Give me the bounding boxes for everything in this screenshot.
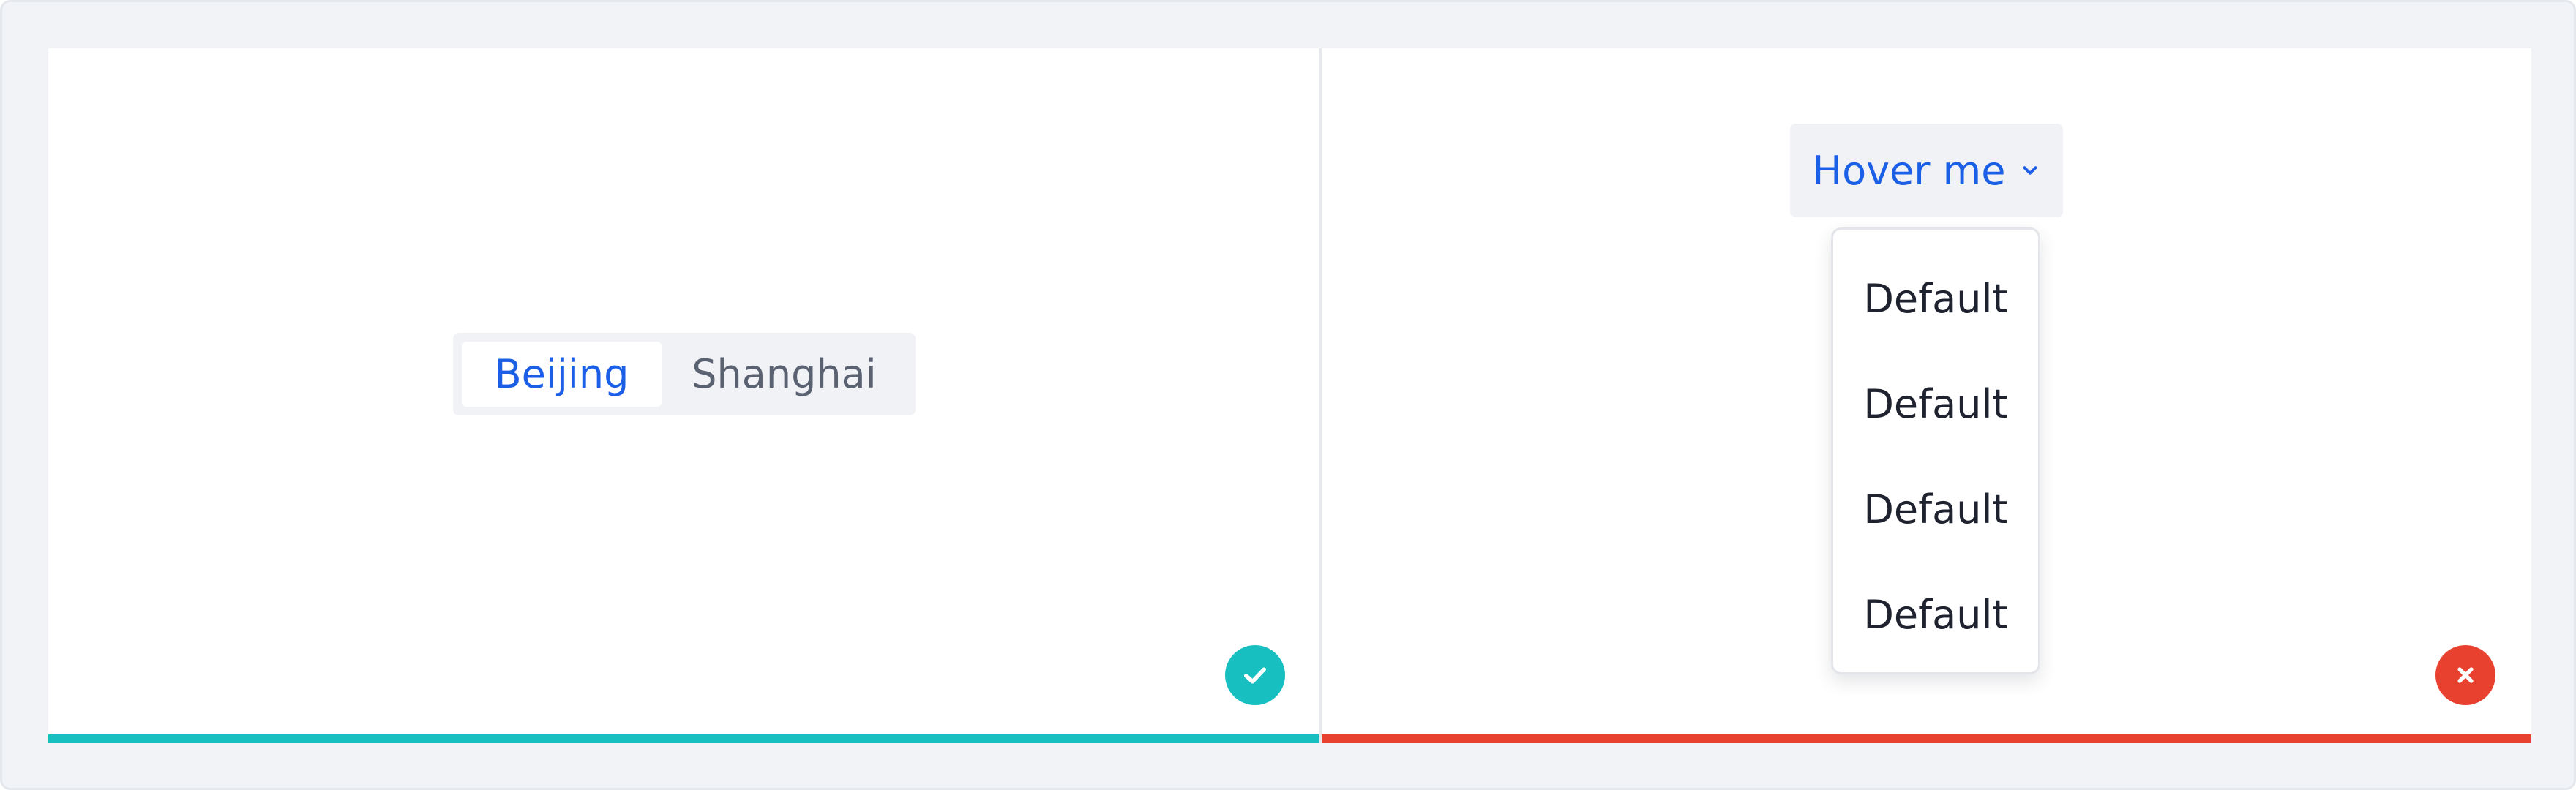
tab-shanghai[interactable]: Shanghai	[662, 342, 907, 407]
dropdown-menu: Default Default Default Default	[1831, 227, 2040, 674]
dropdown-item[interactable]: Default	[1833, 562, 2038, 667]
comparison-frame: Beijing Shanghai Hover me Default Defaul…	[0, 0, 2576, 790]
dropdown-item[interactable]: Default	[1833, 456, 2038, 562]
check-icon	[1225, 645, 1285, 705]
dropdown-trigger-label: Hover me	[1812, 147, 2006, 194]
correct-indicator-bar	[48, 734, 1319, 743]
tab-beijing[interactable]: Beijing	[462, 342, 662, 407]
close-icon	[2435, 645, 2496, 705]
dropdown-item[interactable]: Default	[1833, 351, 2038, 456]
incorrect-example-panel: Hover me Default Default Default Default	[1322, 48, 2531, 743]
dropdown-trigger[interactable]: Hover me	[1790, 124, 2063, 217]
chevron-down-icon	[2019, 159, 2041, 181]
correct-example-panel: Beijing Shanghai	[48, 48, 1319, 743]
city-tabs: Beijing Shanghai	[453, 333, 916, 415]
incorrect-indicator-bar	[1322, 734, 2531, 743]
dropdown-item[interactable]: Default	[1833, 246, 2038, 351]
